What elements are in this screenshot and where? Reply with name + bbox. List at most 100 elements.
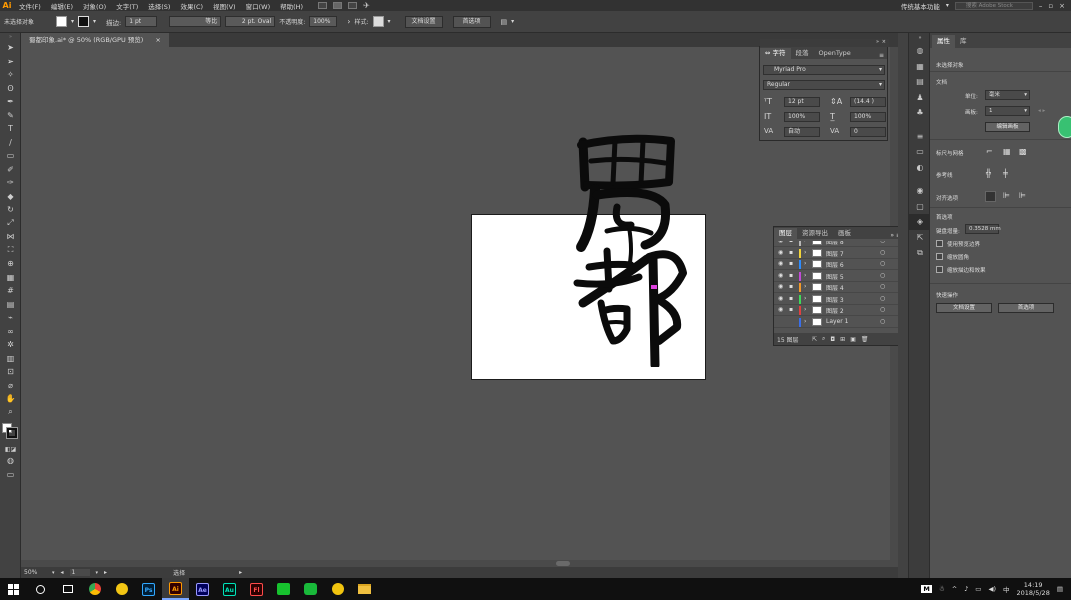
eye-icon[interactable]: ◉ xyxy=(778,241,783,244)
m-tray-icon[interactable]: M xyxy=(921,585,932,593)
layer-name[interactable]: 图层 8 xyxy=(826,241,844,246)
lock-icon[interactable]: ▪ xyxy=(789,249,793,256)
action-center-icon[interactable]: ▤ xyxy=(1057,585,1063,593)
swatches-icon[interactable]: ▤ xyxy=(909,74,931,90)
lock-icon[interactable]: ▪ xyxy=(789,306,793,313)
free-transform-icon[interactable]: ⛶ xyxy=(0,244,21,258)
chevron-right-icon[interactable]: › xyxy=(804,283,806,290)
status-mode[interactable]: 选择 xyxy=(173,568,185,577)
close-icon[interactable]: × xyxy=(1059,2,1065,10)
tab-asset-export[interactable]: 资源导出 xyxy=(797,228,833,239)
layer-name[interactable]: 图层 3 xyxy=(826,295,844,304)
locate-object-icon[interactable]: ⌕ xyxy=(822,335,825,343)
artboard-dropdown[interactable]: 1 ▾ xyxy=(985,106,1030,116)
chevron-right-icon[interactable]: › xyxy=(804,306,806,313)
photoshop-icon[interactable]: Ps xyxy=(135,578,162,600)
chevron-down-icon[interactable]: ▾ xyxy=(96,570,99,576)
close-tab-icon[interactable]: × xyxy=(155,33,160,47)
scale-corners-checkbox[interactable] xyxy=(936,253,943,260)
opacity-field[interactable]: 100% xyxy=(309,16,338,27)
app-yellow-icon[interactable] xyxy=(108,578,135,600)
paintbrush-icon[interactable]: ✐ xyxy=(0,163,21,177)
blob-brush-icon[interactable]: ✑ xyxy=(0,176,21,190)
stroke-color-box[interactable] xyxy=(6,427,18,439)
arrange-docs-icon[interactable] xyxy=(348,2,358,9)
chevron-down-icon[interactable]: ▾ xyxy=(511,18,514,25)
cortana-icon[interactable] xyxy=(27,578,54,600)
use-preview-bounds-checkbox[interactable] xyxy=(936,240,943,247)
volume-icon[interactable]: ◀) xyxy=(988,585,996,593)
chevron-right-icon[interactable]: › xyxy=(804,249,806,256)
menu-type[interactable]: 文字(T) xyxy=(111,1,143,11)
export-icon[interactable]: ⇱ xyxy=(812,336,817,343)
asset-export-icon[interactable]: ⇱ xyxy=(909,230,931,246)
stock-search-input[interactable]: 搜索 Adobe Stock xyxy=(954,1,1033,10)
vertical-scale-field[interactable]: 100% xyxy=(784,112,820,122)
panel-header-bar[interactable]: » × xyxy=(760,39,889,47)
target-icon[interactable]: ○ xyxy=(880,306,885,313)
eye-icon[interactable]: ◉ xyxy=(778,283,783,290)
scroll-thumb[interactable] xyxy=(556,561,570,566)
screen-mode-icon[interactable]: ▭ xyxy=(0,468,21,482)
chrome-icon[interactable] xyxy=(81,578,108,600)
artboard-nav-icons[interactable]: ◂ ▸ xyxy=(1038,108,1045,114)
calligraphy-artwork[interactable] xyxy=(573,127,693,367)
menu-view[interactable]: 视图(V) xyxy=(208,1,241,11)
grid-icon[interactable]: ▦ xyxy=(1003,147,1011,156)
target-icon[interactable]: ○ xyxy=(880,249,885,256)
preferences-button[interactable]: 首选项 xyxy=(452,15,491,28)
graphic-style-swatch[interactable] xyxy=(372,16,384,27)
next-artboard-icon[interactable]: ▸ xyxy=(104,569,107,576)
layer-row[interactable]: ◉ ▪ › 图层 5 ○ xyxy=(774,271,905,282)
floating-assistant-icon[interactable] xyxy=(1058,116,1071,138)
lock-guides-icon[interactable]: ╪ xyxy=(1003,169,1008,178)
chevron-right-icon[interactable]: › xyxy=(804,295,806,302)
tab-artboards[interactable]: 画板 xyxy=(833,228,856,239)
graphic-styles-icon[interactable]: ▢ xyxy=(909,199,931,215)
column-graph-icon[interactable]: ▥ xyxy=(0,352,21,366)
layer-name[interactable]: Layer 1 xyxy=(826,318,848,325)
new-sublayer-icon[interactable]: ⊞ xyxy=(840,336,845,343)
minimize-icon[interactable]: – xyxy=(1039,2,1043,10)
artboards-panel-icon[interactable]: ⧉ xyxy=(909,245,931,261)
menu-file[interactable]: 文件(F) xyxy=(14,1,46,11)
tab-properties[interactable]: 属性 xyxy=(932,35,955,48)
layer-name[interactable]: 图层 6 xyxy=(826,260,844,269)
gradient-tool-icon[interactable]: ▤ xyxy=(0,298,21,312)
curvature-tool-icon[interactable]: ✎ xyxy=(0,109,21,123)
document-tab[interactable]: 蜀都印象.ai* @ 50% (RGB/GPU 预览) × xyxy=(21,33,169,47)
font-family-field[interactable]: Myriad Pro ▾ xyxy=(763,65,885,75)
kerning-field[interactable]: 自动 xyxy=(784,127,820,137)
tab-character[interactable]: ⇔ 字符 xyxy=(760,48,791,59)
chevron-down-icon[interactable]: ▾ xyxy=(946,2,949,9)
chevron-right-icon[interactable]: ▸ xyxy=(239,569,242,576)
zoom-tool-icon[interactable]: ⌕ xyxy=(0,406,21,420)
gradient-panel-icon[interactable]: ▭ xyxy=(909,144,931,160)
symbol-sprayer-icon[interactable]: ✲ xyxy=(0,338,21,352)
edit-artboards-button[interactable]: 编辑画板 xyxy=(985,122,1030,132)
keyboard-increment-field[interactable]: 0.3528 mm xyxy=(965,224,1001,234)
menu-object[interactable]: 对象(O) xyxy=(78,1,111,11)
chevron-down-icon[interactable]: ▾ xyxy=(388,18,391,25)
stroke-panel-icon[interactable]: ≡ xyxy=(909,129,931,145)
tab-libraries[interactable]: 库 xyxy=(955,35,972,48)
chevron-right-icon[interactable]: › xyxy=(347,17,350,26)
artboard-tool-icon[interactable]: ⊡ xyxy=(0,365,21,379)
maximize-icon[interactable]: ▫ xyxy=(1048,2,1053,10)
layer-row[interactable]: ◉ ▪ › 图层 6 ○ xyxy=(774,259,905,270)
menu-window[interactable]: 窗口(W) xyxy=(241,1,276,11)
start-button[interactable] xyxy=(0,578,27,600)
fill-swatch[interactable] xyxy=(56,16,67,27)
rectangle-tool-icon[interactable]: ▭ xyxy=(0,149,21,163)
stroke-weight-field[interactable]: 1 pt xyxy=(125,16,158,27)
notification-icon[interactable]: ♪ xyxy=(964,585,968,593)
document-setup-button[interactable]: 文档设置 xyxy=(404,15,443,28)
layers-panel-icon[interactable]: ◈ xyxy=(909,214,931,230)
tab-paragraph[interactable]: 段落 xyxy=(791,48,814,59)
layer-row[interactable]: ◉ ▪ › 图层 4 ○ xyxy=(774,282,905,293)
lasso-icon[interactable]: ʘ xyxy=(0,82,21,96)
line-tool-icon[interactable]: ∕ xyxy=(0,136,21,150)
chevron-down-icon[interactable]: ▾ xyxy=(93,18,96,25)
ime-icon[interactable]: 中 xyxy=(1003,584,1010,594)
font-style-field[interactable]: Regular ▾ xyxy=(763,80,885,90)
